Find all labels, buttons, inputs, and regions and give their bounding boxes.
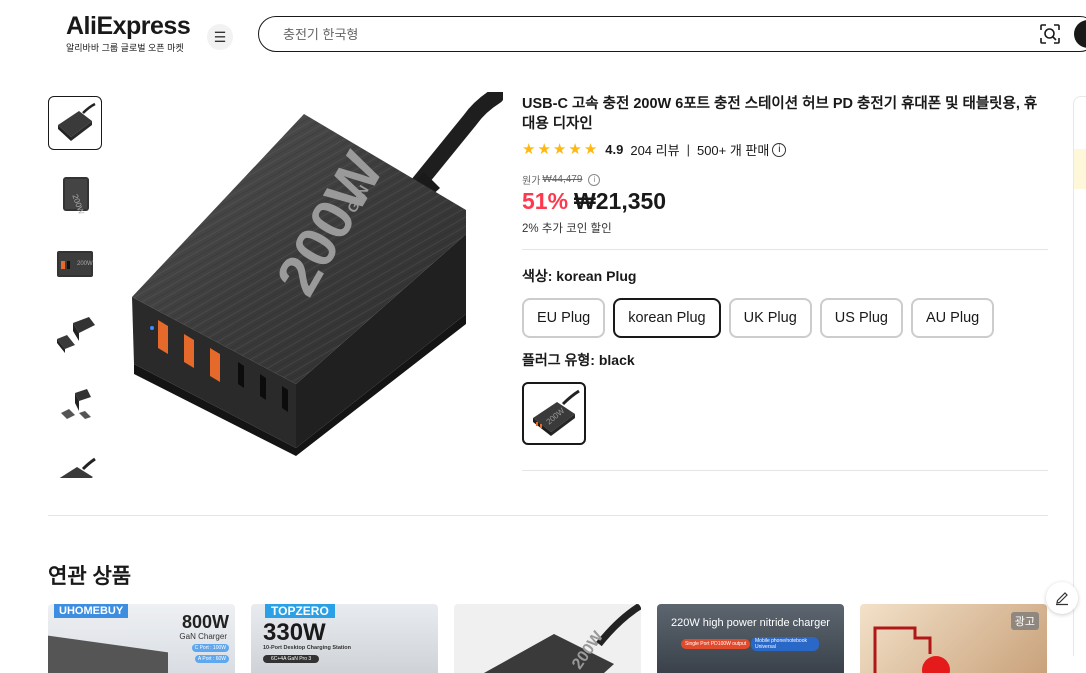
related-product-card[interactable]: 200W [454, 604, 641, 673]
color-options: EU Plug korean Plug UK Plug US Plug AU P… [522, 298, 995, 338]
star-icon: ★ [537, 141, 551, 158]
option-korean-plug[interactable]: korean Plug [613, 298, 721, 338]
info-icon[interactable]: i [772, 142, 787, 157]
card-headline: 800W [181, 612, 229, 632]
sold-count: 500+ 개 판매 [696, 143, 770, 158]
card-brand: UHOMEBUY [54, 604, 129, 618]
card-tag: A Port : 60W [194, 655, 229, 663]
related-products-title: 연관 상품 [48, 565, 132, 588]
star-icon: ★ [583, 141, 598, 158]
logo-tagline: 알리바바 그룹 글로벌 오픈 마켓 [66, 43, 184, 53]
card-subtitle: GaN Charger [179, 632, 227, 641]
aliexpress-logo[interactable]: AliExpress 알리바바 그룹 글로벌 오픈 마켓 [66, 12, 191, 54]
product-main-image[interactable]: 200W GaN [118, 92, 503, 462]
original-price-row: 원가 ₩44,479 i [522, 172, 601, 187]
coin-discount: 2% 추가 코인 할인 [522, 223, 612, 235]
price-row: 51% ₩21,350 [522, 188, 666, 215]
side-panel [1073, 96, 1086, 656]
menu-icon[interactable]: ☰ [207, 24, 233, 50]
card-headline: 330W [263, 619, 326, 646]
sale-price: ₩21,350 [574, 188, 667, 214]
divider [522, 470, 1048, 471]
star-icon: ★ [522, 141, 536, 158]
thumbnail-5[interactable] [48, 376, 102, 430]
card-tag: Single Port PD100W output [681, 639, 751, 649]
related-product-card[interactable]: UHOMEBUY 800W GaN Charger C Port : 100W … [48, 604, 235, 673]
svg-text:200W: 200W [77, 261, 93, 267]
related-product-card[interactable]: TOPZERO 330W 10-Port Desktop Charging St… [251, 604, 438, 673]
separator: | [686, 142, 690, 157]
option-eu-plug[interactable]: EU Plug [522, 298, 606, 338]
image-search-icon[interactable] [1039, 23, 1061, 45]
discount-percent: 51% [522, 188, 569, 214]
card-tag: Mobile phone/notebook Universal [751, 637, 819, 651]
card-tag: C Port : 100W [191, 644, 229, 652]
original-price-label: 원가 [522, 176, 541, 187]
search-button[interactable] [1074, 20, 1086, 48]
plug-type-label: 플러그 유형: black [522, 352, 635, 368]
related-product-card[interactable]: 220W high power nitride charger Single P… [657, 604, 844, 673]
thumbnail-4[interactable] [48, 306, 102, 360]
related-product-card-ad[interactable]: 광고 [860, 604, 1047, 673]
section-divider [48, 515, 1048, 516]
option-us-plug[interactable]: US Plug [819, 298, 903, 338]
thumbnail-3[interactable]: 200W [48, 236, 102, 290]
search-input[interactable] [281, 23, 981, 45]
rating-stars: ★ ★ ★ ★ ★ [522, 141, 597, 158]
star-icon: ★ [552, 141, 567, 158]
search-bar [258, 16, 1086, 52]
reviews-link[interactable]: 204 리뷰 [630, 140, 679, 159]
card-brand: TOPZERO [265, 604, 335, 618]
thumbnail-list: 200W 200W [48, 96, 104, 478]
card-subtitle: 10-Port Desktop Charging Station [263, 645, 352, 651]
original-price: ₩44,479 [542, 174, 583, 185]
thumbnail-1[interactable] [48, 96, 102, 150]
option-au-plug[interactable]: AU Plug [911, 298, 995, 338]
ad-badge: 광고 [1010, 612, 1039, 630]
logo-text: AliExpress [66, 12, 191, 40]
price-info-icon[interactable]: i [588, 173, 601, 186]
plug-type-swatch-black[interactable]: 200W [522, 382, 586, 445]
option-uk-plug[interactable]: UK Plug [728, 298, 812, 338]
card-tag: 6C+4A GaN Pro 3 [263, 655, 320, 663]
feedback-edit-icon[interactable] [1046, 582, 1078, 614]
thumbnail-6[interactable] [48, 446, 102, 478]
color-label: 색상: korean Plug [522, 268, 637, 284]
card-headline: 220W high power nitride charger [671, 617, 830, 629]
product-title: USB-C 고속 충전 200W 6포트 충전 스테이션 허브 PD 충전기 휴… [522, 96, 1038, 132]
thumbnail-2[interactable]: 200W [48, 166, 102, 220]
related-products-list: UHOMEBUY 800W GaN Charger C Port : 100W … [48, 604, 1047, 673]
star-icon: ★ [568, 141, 582, 158]
rating-row: ★ ★ ★ ★ ★ 4.9 204 리뷰 | 500+ 개 판매 i [522, 140, 787, 159]
divider [522, 249, 1048, 250]
rating-value: 4.9 [605, 142, 624, 157]
